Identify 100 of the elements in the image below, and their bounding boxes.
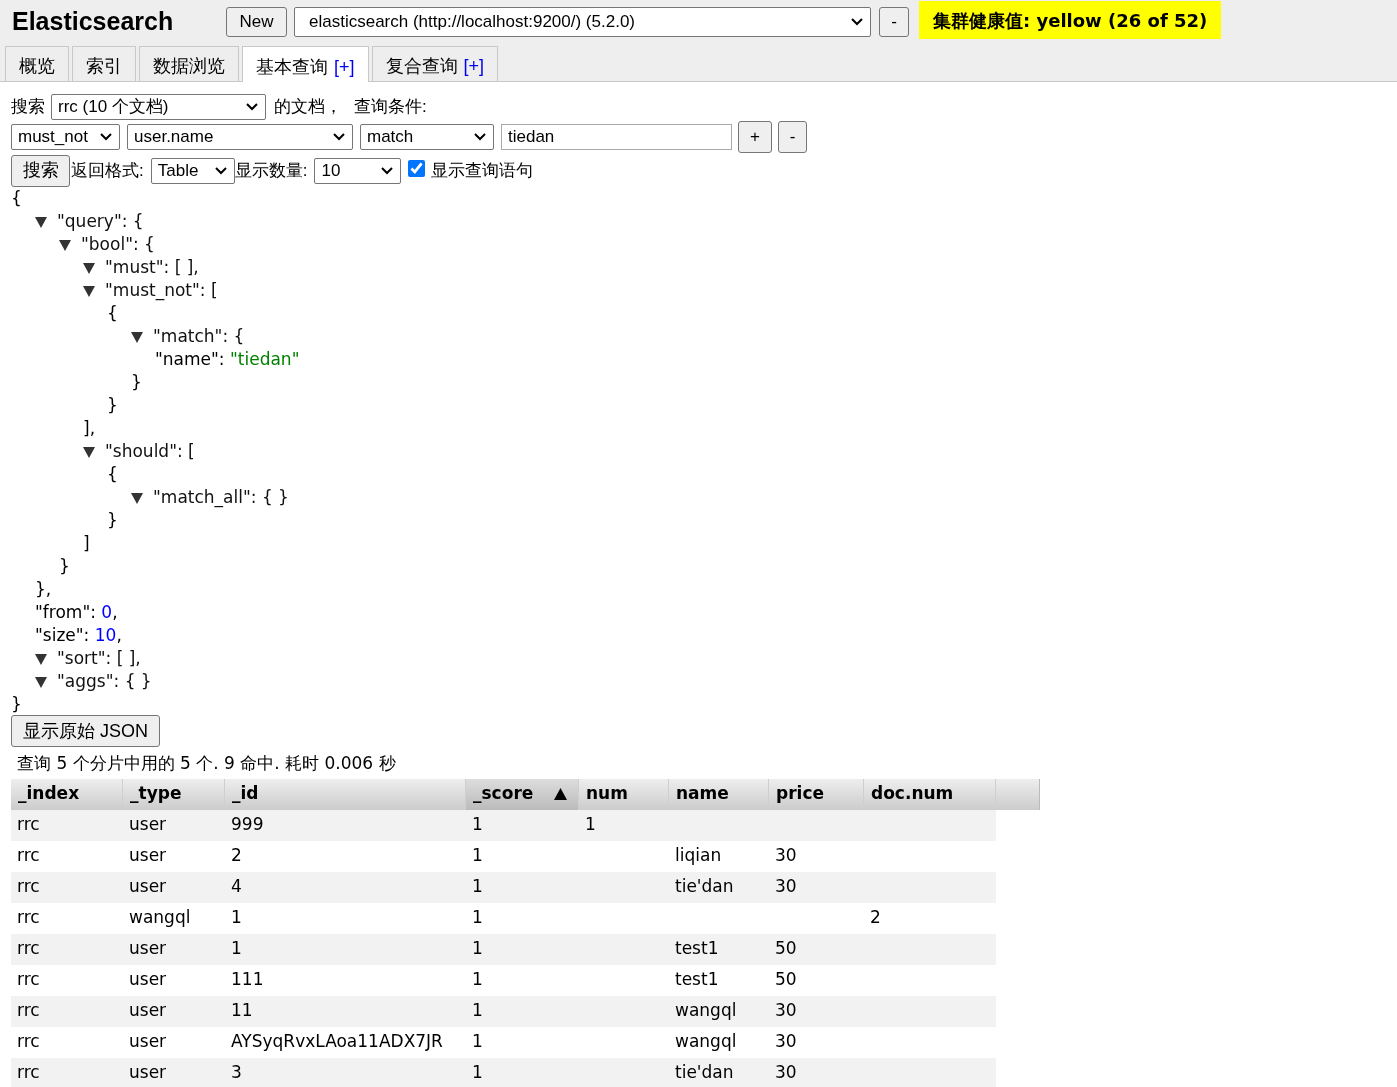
dropdown[interactable]: user.name [127,124,353,150]
column-header[interactable]: _score [466,778,579,810]
tab[interactable]: 索引 [72,46,136,81]
value-input-field[interactable]: tiedan [501,124,732,150]
json-line: "name": "tiedan" [155,348,300,371]
table-cell-text: user [128,999,168,1023]
expand-toggle-icon[interactable] [35,677,47,688]
chevron-down-icon [380,165,395,176]
chevron-down-icon [99,132,113,142]
expand-toggle-icon[interactable] [131,493,143,504]
table-cell-text: test1 [674,937,720,961]
remove-connection-button[interactable]: - [879,7,909,37]
table-cell-text: rrc [16,906,41,930]
column-header[interactable]: _index [11,778,123,810]
column-header[interactable]: price [769,778,864,810]
json-line: ], [83,417,96,440]
table-cell-text: 999 [230,813,265,837]
table-cell-text: 3 [230,1061,243,1085]
column-header[interactable]: doc.num [864,778,996,810]
table-cell-text: 1 [230,937,243,961]
chevron-down-icon [213,165,228,176]
table-cell-text: rrc [16,1061,41,1085]
chevron-down-icon [473,132,487,142]
json-line: }, [35,578,52,601]
column-header[interactable]: name [669,778,769,810]
table-cell-text: tie'dan [674,1061,735,1085]
search-label: 搜索 [11,95,45,118]
json-line: ] [83,532,90,555]
column-header[interactable]: _id [225,778,466,810]
expand-toggle-icon[interactable] [35,654,47,665]
dropdown[interactable]: Table [150,157,235,184]
json-line: { [11,187,22,210]
table-cell-text: 1 [471,844,484,868]
table-cell-text: 4 [230,875,243,899]
dropdown[interactable]: 10 [314,157,402,184]
results-summary: 查询 5 个分片中用的 5 个. 9 命中. 耗时 0.006 秒 [17,752,396,775]
expand-toggle-icon[interactable] [83,263,95,274]
table-cell-text: 2 [230,844,243,868]
json-line: "size": 10, [35,624,122,647]
table-cell-text: user [128,844,168,868]
expand-toggle-icon[interactable] [83,447,95,458]
tab[interactable]: 数据浏览 [139,46,239,81]
json-line: "aggs": { } [57,670,152,693]
table-cell-text: 30 [774,875,798,899]
json-line: { [107,463,118,486]
json-line: } [131,371,142,394]
column-header[interactable]: num [579,778,669,810]
table-cell-text: rrc [16,1030,41,1054]
table-cell-text: 1 [471,999,484,1023]
table-cell-text: AYSyqRvxLAoa11ADX7JR [230,1030,444,1054]
json-line: "match_all": { } [153,486,289,509]
json-line: "must": [ ], [105,256,199,279]
json-line: "sort": [ ], [57,647,141,670]
new-button[interactable]: New [226,7,287,37]
table-cell-text: 1 [230,906,243,930]
condition-label: 查询条件: [354,95,427,118]
table-cell-text: 1 [584,813,597,837]
table-cell-text: rrc [16,875,41,899]
tab[interactable]: 基本查询 [+] [242,46,369,82]
documents-label: 的文档， [274,95,342,118]
table-cell-text: 111 [230,968,265,992]
json-line: "match": { [153,325,245,348]
table-cell-text: 30 [774,844,798,868]
table-cell-text: 2 [869,906,882,930]
table-cell-text: wangql [128,906,192,930]
expand-toggle-icon[interactable] [83,286,95,297]
table-cell-text: 11 [230,999,254,1023]
table-cell-text: rrc [16,968,41,992]
dropdown[interactable]: elasticsearch (http://localhost:9200/) (5.2.0) [294,7,871,37]
table-cell-text: 30 [774,1061,798,1085]
table-cell-text: 30 [774,999,798,1023]
table-cell-text: rrc [16,937,41,961]
remove-condition-button[interactable]: - [778,121,807,153]
table-cell-text: 1 [471,875,484,899]
table-cell-text: user [128,813,168,837]
json-line: { [107,302,118,325]
dropdown[interactable]: rrc (10 个文档) [51,93,266,120]
json-line: "must_not": [ [105,279,218,302]
expand-toggle-icon[interactable] [35,217,47,228]
table-cell-text: 50 [774,937,798,961]
tab[interactable]: 概览 [5,46,69,81]
expand-toggle-icon[interactable] [59,240,71,251]
json-line: "query": { [57,210,144,233]
format-label: 返回格式: [71,159,144,182]
dropdown[interactable]: match [360,124,494,150]
table-cell-text: rrc [16,844,41,868]
expand-toggle-icon[interactable] [131,332,143,343]
chevron-down-icon [850,17,864,27]
show-query-checkbox[interactable] [408,160,426,177]
table-cell-text: user [128,937,168,961]
table-cell-text: 1 [471,906,484,930]
show-raw-json-button[interactable]: 显示原始 JSON [11,715,160,747]
json-line: "from": 0, [35,601,118,624]
tab[interactable]: 复合查询 [+] [371,46,499,81]
add-condition-button[interactable]: + [738,121,772,153]
column-header[interactable]: _type [123,778,225,810]
search-button[interactable]: 搜索 [11,154,70,187]
dropdown[interactable]: must_not [11,124,120,150]
json-line: } [107,394,118,417]
json-line: } [107,509,118,532]
